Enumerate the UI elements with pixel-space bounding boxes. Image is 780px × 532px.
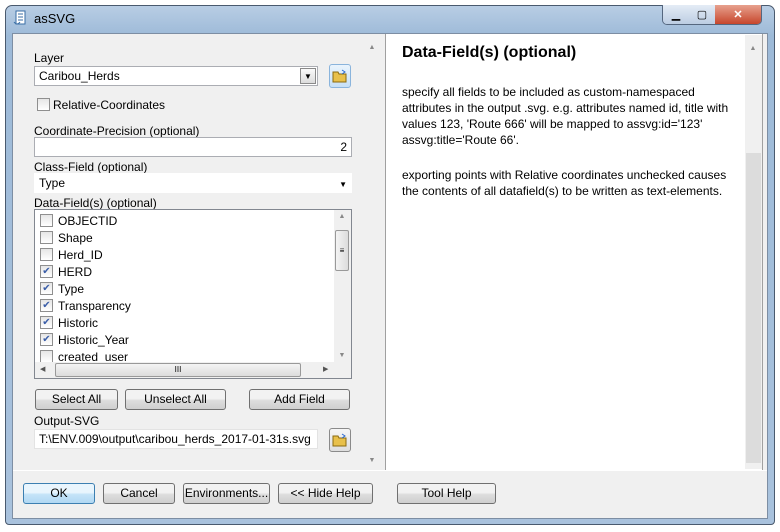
field-label: Historic: [58, 316, 99, 330]
precision-input[interactable]: 2: [34, 137, 352, 157]
data-fields-list: created_user ✔ Historic_Year ✔ Historic ✔ Tran…: [34, 209, 352, 379]
list-vertical-scrollbar[interactable]: ▲ ≡ ▼: [334, 210, 351, 362]
relative-coordinates-label: Relative-Coordinates: [53, 98, 166, 112]
help-scrollbar[interactable]: ▲: [745, 35, 762, 469]
field-checkbox[interactable]: [40, 248, 53, 261]
precision-label: Coordinate-Precision (optional): [34, 124, 200, 138]
output-label: Output-SVG: [34, 414, 100, 428]
tool-help-button[interactable]: Tool Help: [397, 483, 496, 504]
chevron-down-icon[interactable]: ▼: [300, 68, 316, 84]
help-title: Data-Field(s) (optional): [402, 44, 577, 61]
window-title: asSVG: [34, 11, 76, 26]
field-label: OBJECTID: [58, 214, 118, 228]
ok-button[interactable]: OK: [23, 483, 95, 504]
field-label: Shape: [58, 231, 93, 245]
scroll-up-icon[interactable]: ▲: [364, 44, 380, 51]
environments-button[interactable]: Environments...: [183, 483, 270, 504]
output-browse-button[interactable]: [329, 428, 351, 452]
cancel-button[interactable]: Cancel: [103, 483, 175, 504]
field-checkbox[interactable]: [40, 214, 53, 227]
layer-dropdown[interactable]: Caribou_Herds ▼: [34, 66, 318, 86]
field-checkbox[interactable]: ✔: [40, 316, 53, 329]
scroll-thumb[interactable]: ≡: [335, 230, 349, 271]
field-label: Historic_Year: [58, 333, 129, 347]
close-button[interactable]: ✕: [715, 5, 761, 24]
window-controls: ▁ ▢ ✕: [662, 5, 762, 25]
class-field-value: Type: [39, 176, 66, 190]
scroll-down-icon: ▼: [338, 352, 346, 359]
field-label: HERD: [58, 265, 93, 279]
scroll-up-icon: ▲: [749, 45, 757, 52]
list-horizontal-scrollbar[interactable]: ◀ III ▶: [35, 362, 351, 378]
field-checkbox[interactable]: ✔: [40, 333, 53, 346]
relative-coordinates-checkbox[interactable]: [37, 98, 50, 111]
class-field-dropdown[interactable]: Type ▼: [34, 173, 352, 193]
scroll-thumb[interactable]: [746, 153, 761, 463]
hide-help-button[interactable]: << Hide Help: [278, 483, 373, 504]
select-all-button[interactable]: Select All: [35, 389, 118, 410]
help-paragraph-2: exporting points with Relative coordinat…: [402, 168, 727, 198]
maximize-button[interactable]: ▢: [689, 5, 715, 24]
field-checkbox[interactable]: ✔: [40, 265, 53, 278]
parameters-scrollbar[interactable]: ▲ ▼: [364, 34, 381, 470]
folder-icon: [332, 433, 347, 447]
scroll-up-icon: ▲: [338, 213, 346, 220]
data-fields-label: Data-Field(s) (optional): [34, 196, 157, 210]
help-paragraph-1: specify all fields to be included as cus…: [402, 85, 729, 147]
layer-browse-button[interactable]: [329, 64, 351, 88]
field-checkbox[interactable]: [40, 231, 53, 244]
field-label: Type: [58, 282, 85, 296]
add-field-button[interactable]: Add Field: [249, 389, 350, 410]
divider: [13, 470, 767, 471]
minimize-button[interactable]: ▁: [663, 5, 689, 24]
field-label: Transparency: [58, 299, 131, 313]
unselect-all-button[interactable]: Unselect All: [125, 389, 226, 410]
field-checkbox[interactable]: ✔: [40, 282, 53, 295]
class-field-label: Class-Field (optional): [34, 160, 148, 174]
field-checkbox[interactable]: ✔: [40, 299, 53, 312]
output-path-input[interactable]: T:\ENV.009\output\caribou_herds_2017-01-…: [34, 429, 318, 449]
scroll-thumb[interactable]: III: [55, 363, 301, 377]
layer-label: Layer: [34, 51, 65, 65]
chevron-down-icon: ▼: [339, 180, 347, 189]
field-label: Herd_ID: [58, 248, 103, 262]
scroll-down-icon[interactable]: ▼: [364, 457, 380, 464]
layer-value: Caribou_Herds: [39, 69, 120, 83]
folder-icon: [332, 69, 347, 83]
script-tool-icon: [13, 10, 26, 25]
